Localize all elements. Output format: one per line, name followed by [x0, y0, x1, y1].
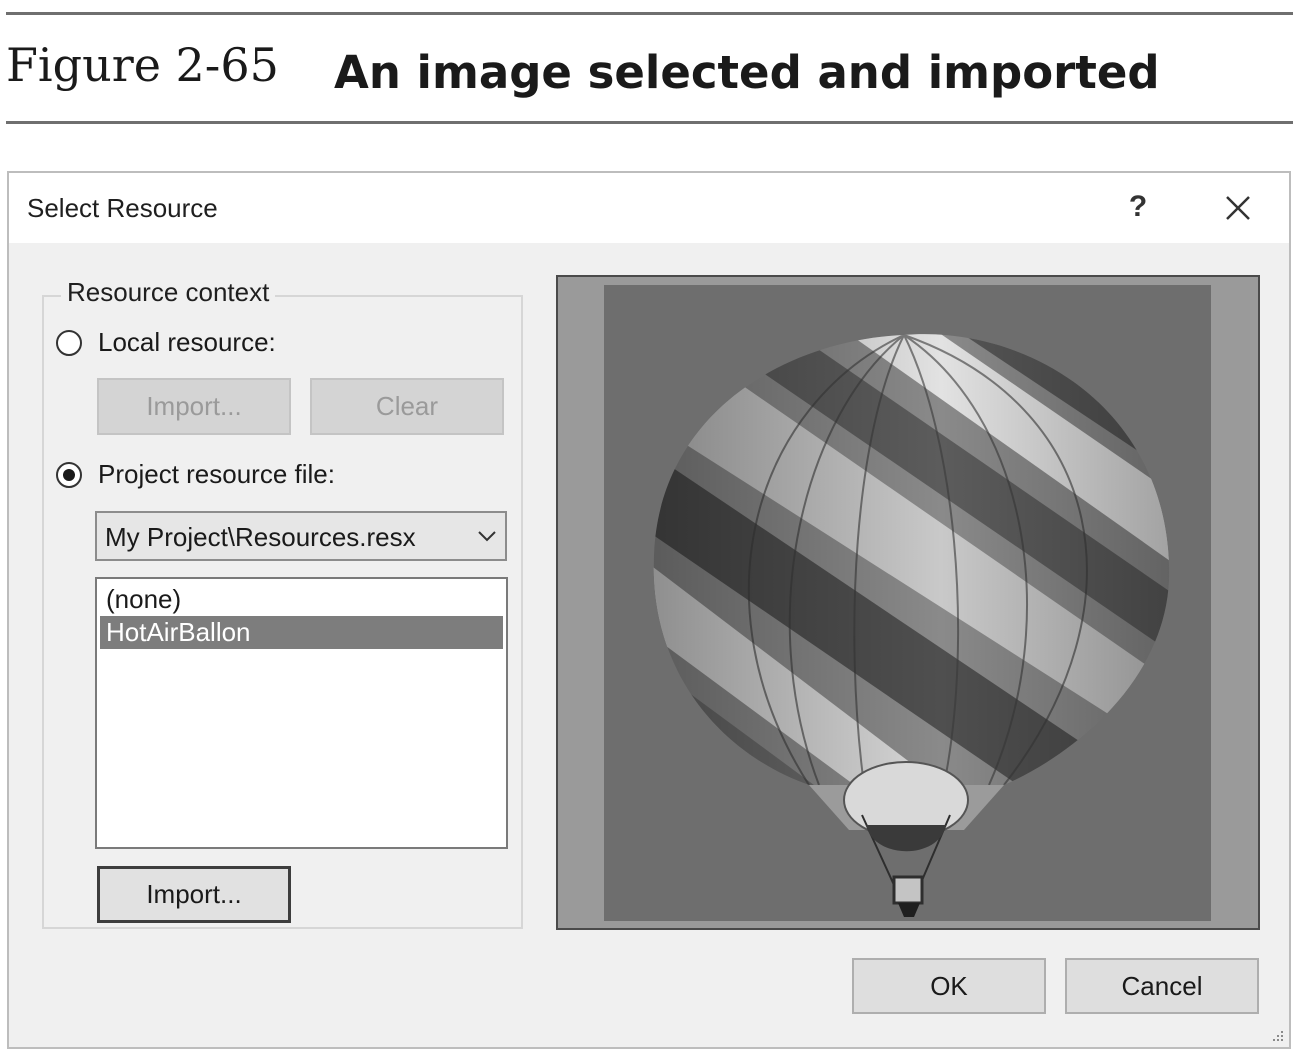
project-import-button[interactable]: Import... — [97, 866, 291, 923]
cancel-button[interactable]: Cancel — [1065, 958, 1259, 1014]
dialog-titlebar: Select Resource ? — [9, 173, 1289, 243]
clear-button: Clear — [310, 378, 504, 435]
resource-file-value: My Project\Resources.resx — [105, 522, 416, 552]
select-resource-dialog: Select Resource ? Resource context Local… — [7, 171, 1291, 1049]
local-import-button: Import... — [97, 378, 291, 435]
resource-context-label: Resource context — [61, 277, 276, 308]
local-resource-radio[interactable] — [56, 329, 82, 356]
preview-image — [604, 285, 1211, 921]
close-icon[interactable] — [1221, 191, 1255, 225]
resize-grip-icon[interactable] — [1269, 1027, 1285, 1043]
figure-bottom-rule — [6, 121, 1293, 124]
project-resource-label: Project resource file: — [98, 459, 335, 489]
hot-air-balloon-image — [653, 334, 1170, 917]
local-resource-option[interactable]: Local resource: — [56, 327, 276, 358]
image-preview-pane — [556, 275, 1260, 930]
figure-caption: An image selected and imported — [334, 46, 1160, 99]
resource-list[interactable]: (none) HotAirBallon — [95, 577, 508, 849]
project-resource-option[interactable]: Project resource file: — [56, 459, 335, 490]
list-item[interactable]: (none) — [100, 583, 503, 616]
resource-file-select[interactable]: My Project\Resources.resx — [95, 511, 507, 561]
list-item-selected[interactable]: HotAirBallon — [100, 616, 503, 649]
figure-top-rule — [6, 12, 1293, 15]
ok-button[interactable]: OK — [852, 958, 1046, 1014]
figure-label: Figure 2-65 — [6, 38, 279, 92]
local-resource-label: Local resource: — [98, 327, 276, 357]
help-button[interactable]: ? — [1123, 189, 1153, 225]
chevron-down-icon — [478, 531, 496, 542]
project-resource-radio[interactable] — [56, 461, 82, 488]
dialog-title: Select Resource — [27, 193, 218, 223]
